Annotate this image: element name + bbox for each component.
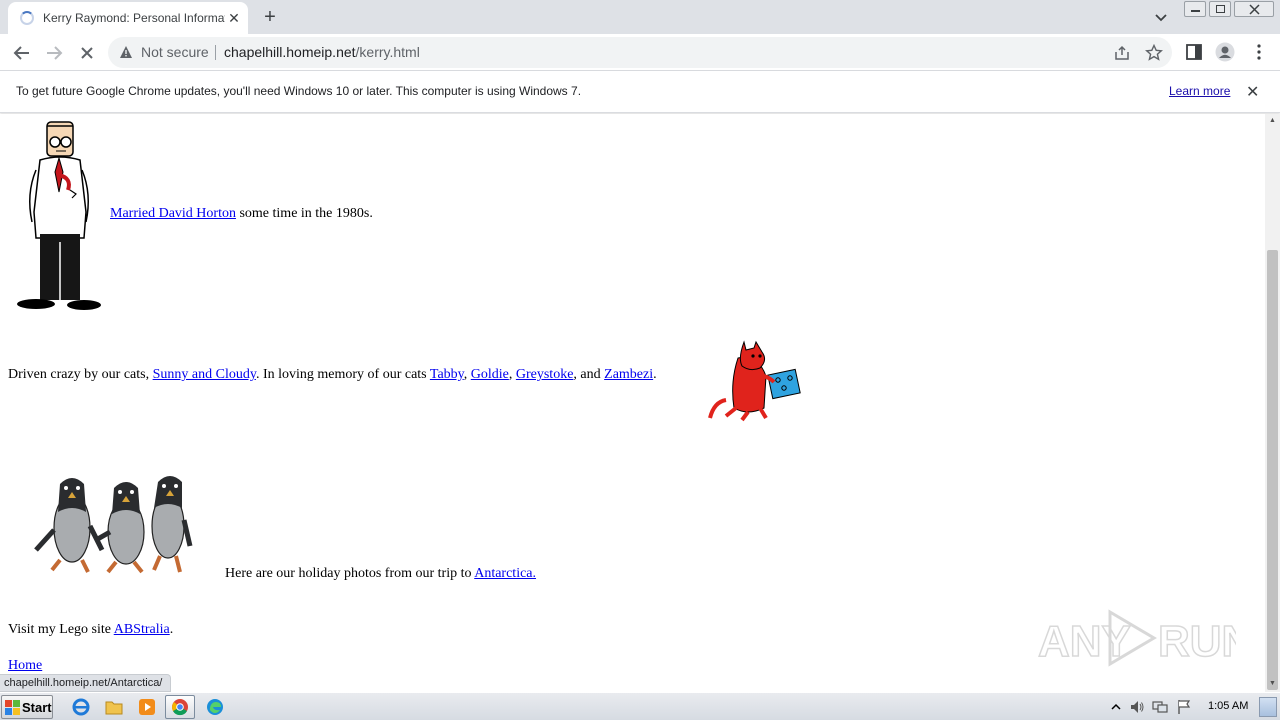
dancing-penguins-image <box>34 476 193 574</box>
back-arrow-icon[interactable] <box>9 40 35 66</box>
internet-explorer-icon <box>72 698 90 716</box>
scroll-up-arrow-icon[interactable]: ▲ <box>1268 117 1277 125</box>
edge-icon <box>207 699 223 715</box>
network-icon[interactable] <box>1152 699 1168 715</box>
sunny-and-cloudy-link[interactable]: Sunny and Cloudy <box>153 367 256 382</box>
media-player-taskbar-button[interactable] <box>132 695 162 719</box>
marriage-line: Married David Horton some time in the 19… <box>110 206 373 222</box>
start-label: Start <box>22 700 52 715</box>
profile-avatar-icon[interactable] <box>1215 42 1235 62</box>
url-host: chapelhill.homeip.net <box>224 44 356 60</box>
url-path: /kerry.html <box>355 44 420 60</box>
start-button[interactable]: Start <box>1 695 53 719</box>
stop-loading-icon[interactable] <box>74 40 100 66</box>
volume-icon[interactable] <box>1129 699 1145 715</box>
windows-taskbar: Start 1:05 AM <box>0 692 1280 720</box>
holiday-line: Here are our holiday photos from our tri… <box>225 566 536 582</box>
abstralia-link[interactable]: ABStralia <box>114 622 170 637</box>
scrollbar-thumb[interactable] <box>1267 250 1278 690</box>
update-infobar: To get future Google Chrome updates, you… <box>0 71 1280 113</box>
tab-strip: Kerry Raymond: Personal Information ✕ + <box>0 0 1280 34</box>
new-tab-button[interactable]: + <box>258 5 282 29</box>
warning-icon[interactable] <box>119 45 133 59</box>
scroll-down-arrow-icon[interactable]: ▼ <box>1268 680 1277 688</box>
bookmark-star-icon[interactable] <box>1145 44 1163 62</box>
infobar-close-button[interactable]: ✕ <box>1246 82 1259 102</box>
lego-suffix: . <box>169 622 174 637</box>
infobar-message: To get future Google Chrome updates, you… <box>16 84 582 98</box>
security-label[interactable]: Not secure <box>141 44 209 60</box>
marriage-text: some time in the 1980s. <box>235 206 373 221</box>
svg-text:RUN: RUN <box>1158 617 1236 666</box>
url-text[interactable]: chapelhill.homeip.net/kerry.html <box>224 44 420 60</box>
cats-sep: , and <box>573 367 605 382</box>
tabby-link[interactable]: Tabby <box>430 367 464 382</box>
action-center-flag-icon[interactable] <box>1176 699 1192 715</box>
browser-tab[interactable]: Kerry Raymond: Personal Information ✕ <box>8 2 248 34</box>
cats-sep: , <box>508 367 516 382</box>
lego-text: Visit my Lego site <box>8 622 114 637</box>
close-icon <box>1249 4 1260 15</box>
learn-more-link[interactable]: Learn more <box>1169 84 1230 98</box>
antarctica-link[interactable]: Antarctica. <box>474 566 536 581</box>
chrome-icon <box>172 699 188 716</box>
holiday-text: Here are our holiday photos from our tri… <box>225 566 475 581</box>
cats-line: Driven crazy by our cats, Sunny and Clou… <box>8 367 657 383</box>
page-scrollbar[interactable]: ▲ ▼ <box>1265 114 1280 692</box>
menu-kebab-icon[interactable] <box>1249 42 1269 62</box>
windows-logo-icon <box>5 700 20 715</box>
chrome-taskbar-button[interactable] <box>165 695 195 719</box>
window-close-button[interactable] <box>1234 1 1274 17</box>
cats-prefix: Driven crazy by our cats, <box>8 367 153 382</box>
share-icon[interactable] <box>1113 44 1131 62</box>
side-panel-icon[interactable] <box>1184 42 1204 62</box>
tab-title: Kerry Raymond: Personal Information <box>43 11 225 25</box>
cats-suffix: . <box>653 367 657 382</box>
minimize-button[interactable] <box>1184 1 1206 17</box>
internet-explorer-taskbar-button[interactable] <box>66 695 96 719</box>
tab-search-chevron-icon[interactable] <box>1150 6 1172 28</box>
loading-spinner-icon <box>20 11 34 25</box>
anyrun-watermark-logo: ANY RUN <box>1037 609 1236 667</box>
zambezi-link[interactable]: Zambezi <box>604 367 653 382</box>
folder-icon <box>105 701 123 715</box>
greystoke-link[interactable]: Greystoke <box>516 367 574 382</box>
home-line: Home <box>8 658 42 674</box>
married-link[interactable]: Married David Horton <box>110 206 236 221</box>
address-bar[interactable]: Not secure chapelhill.homeip.net/kerry.h… <box>108 37 1172 68</box>
file-explorer-taskbar-button[interactable] <box>99 695 129 719</box>
show-desktop-button[interactable] <box>1259 697 1277 717</box>
goldie-link[interactable]: Goldie <box>471 367 509 382</box>
home-link[interactable]: Home <box>8 658 42 673</box>
lego-line: Visit my Lego site ABStralia. <box>8 622 173 638</box>
edge-taskbar-button[interactable] <box>200 695 230 719</box>
cats-sep: , <box>463 367 471 382</box>
restore-button[interactable] <box>1209 1 1231 17</box>
divider <box>215 45 216 60</box>
cats-middle: . In loving memory of our cats <box>255 367 430 382</box>
cartoon-man-image <box>17 121 101 310</box>
status-url-bubble: chapelhill.homeip.net/Antarctica/ <box>0 674 172 692</box>
tab-close-button[interactable]: ✕ <box>226 8 242 28</box>
forward-arrow-icon[interactable] <box>41 40 67 66</box>
media-player-icon <box>139 699 155 715</box>
show-hidden-icons-chevron-icon[interactable] <box>1108 699 1124 715</box>
browser-toolbar: Not secure chapelhill.homeip.net/kerry.h… <box>0 34 1280 71</box>
taskbar-clock[interactable]: 1:05 AM <box>1208 700 1248 712</box>
red-cat-image <box>708 340 801 422</box>
